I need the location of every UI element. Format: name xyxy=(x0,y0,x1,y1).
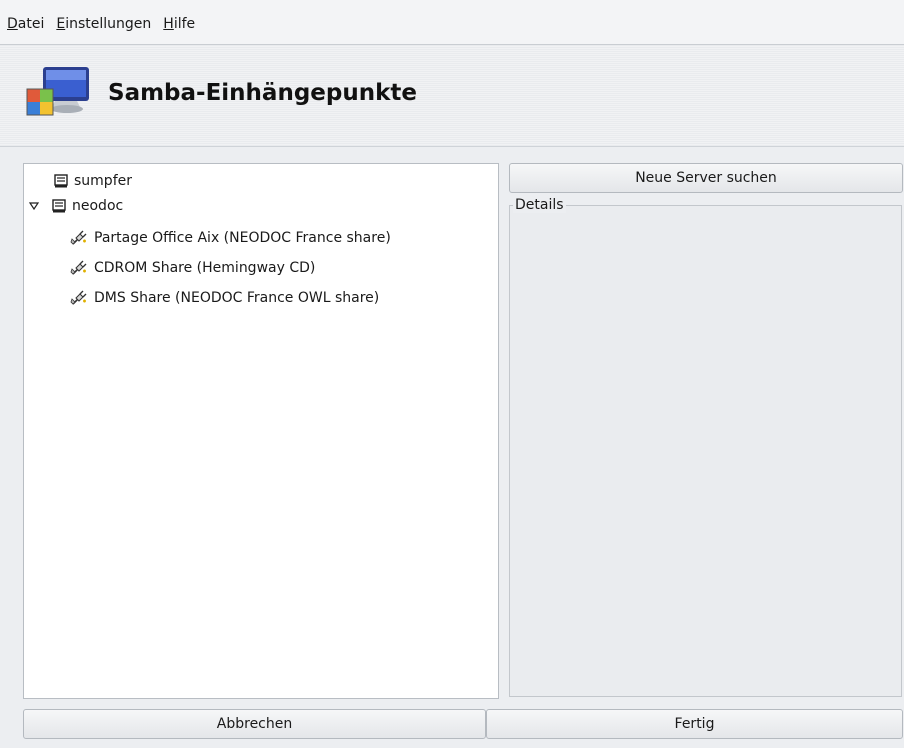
expanded-triangle-icon[interactable] xyxy=(28,200,40,212)
server-tree[interactable]: sumpfer neodoc Partage Office Aix (NEODO… xyxy=(23,163,499,699)
menu-datei[interactable]: Datei xyxy=(7,16,52,32)
details-panel: Neue Server suchen Details xyxy=(509,163,903,697)
server-icon xyxy=(54,174,68,188)
cancel-button[interactable]: Abbrechen xyxy=(23,709,486,739)
details-frame xyxy=(509,205,902,697)
finish-button[interactable]: Fertig xyxy=(486,709,903,739)
tree-item-label: DMS Share (NEODOC France OWL share) xyxy=(94,290,380,306)
page-header: Samba-Einhängepunkte xyxy=(0,45,904,147)
server-icon xyxy=(52,199,66,213)
tree-item-share[interactable]: Partage Office Aix (NEODOC France share) xyxy=(70,226,391,250)
tree-item-share[interactable]: DMS Share (NEODOC France OWL share) xyxy=(70,286,379,310)
details-label: Details xyxy=(513,197,566,213)
tree-item-sumpfer[interactable]: sumpfer xyxy=(54,169,132,193)
tree-item-neodoc[interactable]: neodoc xyxy=(28,194,123,218)
share-plug-icon xyxy=(70,260,87,275)
tree-item-share[interactable]: CDROM Share (Hemingway CD) xyxy=(70,256,315,280)
network-computer-icon xyxy=(26,67,89,116)
samba-mountpoints-window: Datei Einstellungen Hilfe Samba-Einhänge… xyxy=(0,0,904,748)
page-title: Samba-Einhängepunkte xyxy=(108,80,417,106)
tree-item-label: CDROM Share (Hemingway CD) xyxy=(94,260,316,276)
menubar: Datei Einstellungen Hilfe xyxy=(0,0,904,45)
menu-hilfe[interactable]: Hilfe xyxy=(163,16,203,32)
menu-einstellungen[interactable]: Einstellungen xyxy=(56,16,159,32)
tree-item-label: Partage Office Aix (NEODOC France share) xyxy=(94,230,391,246)
share-plug-icon xyxy=(70,290,87,305)
search-servers-button[interactable]: Neue Server suchen xyxy=(509,163,903,193)
main-content: sumpfer neodoc Partage Office Aix (NEODO… xyxy=(0,147,904,748)
tree-item-label: neodoc xyxy=(72,198,124,214)
tree-item-label: sumpfer xyxy=(74,173,132,189)
share-plug-icon xyxy=(70,230,87,245)
